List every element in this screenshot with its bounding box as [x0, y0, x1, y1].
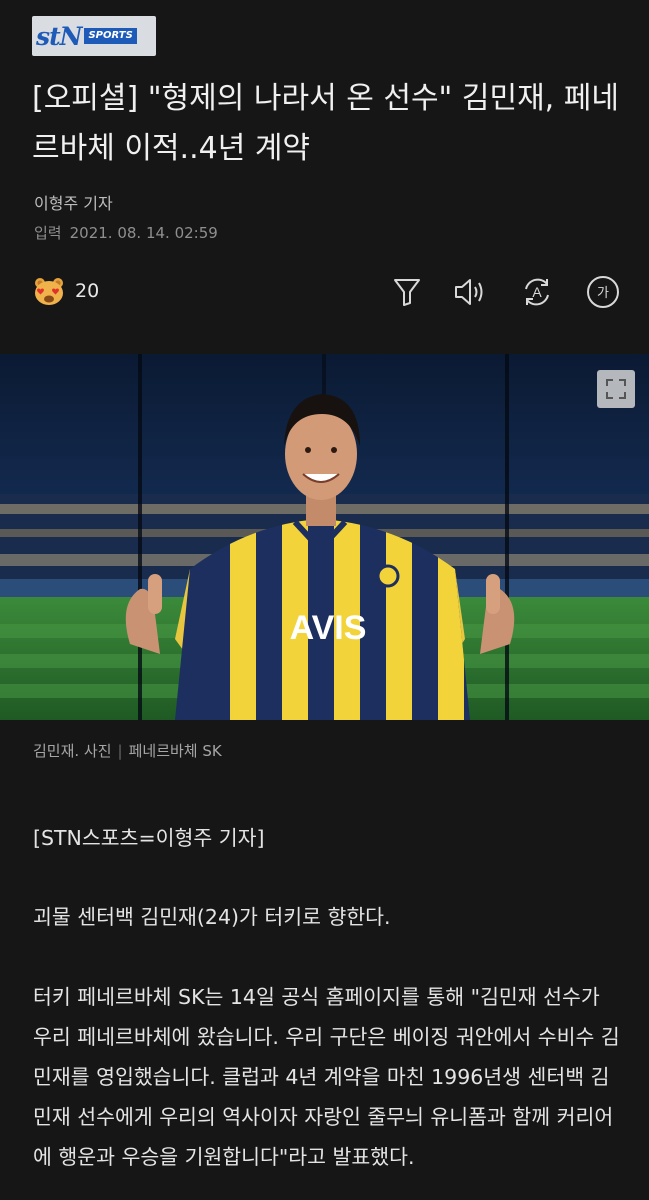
- date-value: 2021. 08. 14. 02:59: [69, 224, 218, 242]
- speaker-icon: [455, 279, 483, 305]
- fullscreen-icon: [606, 379, 626, 399]
- article-paragraph: 괴물 센터백 김민재(24)가 터키로 향한다.: [33, 905, 391, 929]
- stn-sports-logo[interactable]: stN SPORTS: [32, 16, 156, 56]
- translate-icon: A: [525, 278, 549, 306]
- translate-button[interactable]: A: [519, 274, 555, 310]
- filter-button[interactable]: [389, 274, 425, 310]
- font-size-button[interactable]: 가: [585, 274, 621, 310]
- article-paragraph: [STN스포츠=이형주 기자]: [33, 826, 265, 850]
- reporter-name[interactable]: 이형주 기자: [34, 190, 113, 214]
- article-headline: [오피셜] "형제의 나라서 온 선수" 김민재, 페네르바체 이적..4년 계…: [32, 81, 619, 166]
- reaction-button[interactable]: 20: [33, 276, 99, 306]
- heart-eyes-bear-icon: [35, 278, 63, 305]
- caption-text: 김민재. 사진: [33, 742, 112, 760]
- font-size-icon: 가: [587, 276, 619, 308]
- translate-glyph: A: [532, 284, 542, 300]
- photo-credit: 페네르바체 SK: [128, 742, 222, 760]
- logo-badge: SPORTS: [84, 28, 137, 44]
- photo-caption: 김민재. 사진 | 페네르바체 SK: [33, 740, 222, 761]
- publish-date: 입력 2021. 08. 14. 02:59: [34, 222, 218, 243]
- article-photo[interactable]: AVIS: [0, 354, 649, 720]
- filter-icon: [394, 279, 420, 306]
- article-paragraph: 터키 페네르바체 SK는 14일 공식 홈페이지를 통해 "김민재 선수가 우리…: [33, 985, 620, 1169]
- reaction-count: 20: [75, 280, 100, 302]
- logo-wordmark: stN: [36, 21, 82, 51]
- font-glyph: 가: [597, 286, 609, 301]
- player-photo-illustration: AVIS: [0, 354, 649, 720]
- read-aloud-button[interactable]: [452, 274, 488, 310]
- jersey-sponsor-text: AVIS: [290, 609, 367, 647]
- caption-separator: |: [117, 742, 123, 760]
- expand-photo-button[interactable]: [597, 370, 635, 408]
- date-label: 입력: [34, 224, 62, 242]
